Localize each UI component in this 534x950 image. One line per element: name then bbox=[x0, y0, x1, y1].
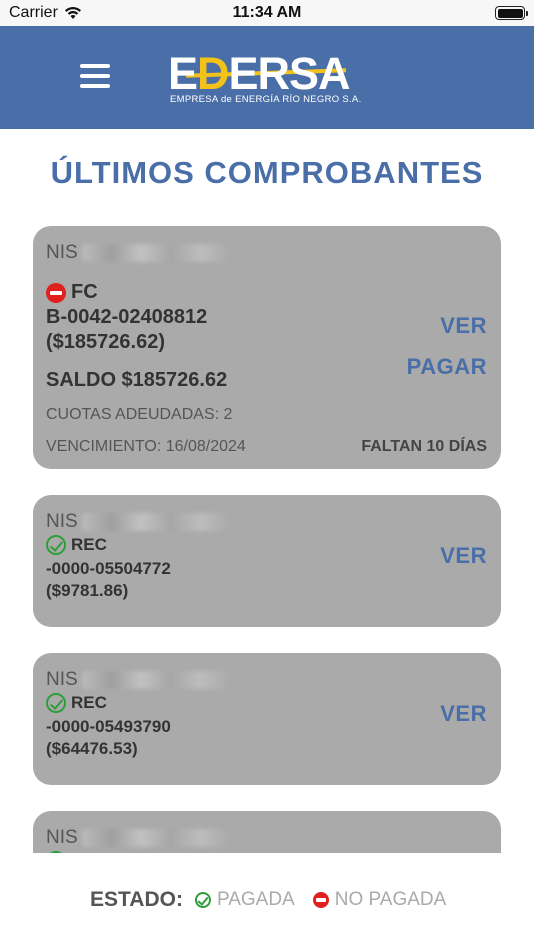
nis-label: NIS bbox=[46, 827, 78, 848]
receipt-number: -0000-05504772 bbox=[46, 559, 171, 578]
receipt-type: FC bbox=[71, 281, 98, 303]
nis-row: NIS bbox=[46, 669, 230, 691]
status-bar: Carrier 11:34 AM bbox=[0, 0, 534, 26]
logo-wordmark: EDERSA bbox=[168, 48, 351, 99]
nis-label: NIS bbox=[46, 669, 78, 690]
nis-value-redacted bbox=[81, 244, 230, 262]
menu-icon bbox=[80, 64, 110, 68]
status-legend: ESTADO: PAGADA NO PAGADA bbox=[90, 888, 464, 912]
receipt-type-row: REC bbox=[46, 693, 107, 713]
paid-icon bbox=[194, 892, 211, 908]
nis-label: NIS bbox=[46, 511, 78, 532]
nis-label: NIS bbox=[46, 242, 78, 263]
receipt-card[interactable]: NIS REC -0000-05493790 ($64476.53) VER bbox=[33, 653, 501, 785]
legend-unpaid: NO PAGADA bbox=[312, 889, 447, 911]
nis-value-redacted bbox=[81, 671, 230, 689]
paid-icon bbox=[46, 535, 66, 555]
pay-button[interactable]: PAGAR bbox=[407, 354, 487, 380]
receipt-amount: ($9781.86) bbox=[46, 581, 129, 600]
nis-row: NIS bbox=[46, 827, 230, 849]
receipt-type-row: REC bbox=[46, 535, 107, 555]
receipt-balance: SALDO $185726.62 bbox=[46, 369, 228, 391]
view-button[interactable]: VER bbox=[440, 313, 487, 339]
receipt-type: REC bbox=[71, 535, 107, 554]
nis-value-redacted bbox=[81, 829, 230, 847]
receipt-card[interactable]: NIS FC B-0042-02408812 ($185726.62) SALD… bbox=[33, 226, 501, 469]
receipt-type: REC bbox=[71, 693, 107, 712]
receipts-list[interactable]: NIS FC B-0042-02408812 ($185726.62) SALD… bbox=[0, 226, 534, 853]
days-remaining: FALTAN 10 DÍAS bbox=[361, 438, 487, 455]
receipt-type-row: FC bbox=[46, 281, 98, 304]
due-date: VENCIMIENTO: 16/08/2024 bbox=[46, 438, 246, 455]
receipt-card[interactable]: NIS bbox=[33, 811, 501, 853]
receipt-amount: ($64476.53) bbox=[46, 739, 138, 758]
nis-row: NIS bbox=[46, 511, 230, 533]
receipt-number: -0000-05493790 bbox=[46, 717, 171, 736]
paid-icon bbox=[46, 693, 66, 713]
legend-title: ESTADO: bbox=[90, 888, 183, 911]
edersa-logo: EDERSA EMPRESA de ENERGÍA RÍO NEGRO S.A. bbox=[168, 51, 368, 107]
page-title: ÚLTIMOS COMPROBANTES bbox=[50, 155, 484, 190]
view-button[interactable]: VER bbox=[440, 543, 487, 569]
receipt-card[interactable]: NIS REC -0000-05504772 ($9781.86) VER bbox=[33, 495, 501, 627]
nis-value-redacted bbox=[81, 513, 230, 531]
hamburger-menu-button[interactable] bbox=[80, 64, 110, 90]
receipt-number: B-0042-02408812 bbox=[46, 306, 208, 328]
not-paid-icon bbox=[312, 892, 329, 908]
nis-row: NIS bbox=[46, 242, 230, 264]
app-header: EDERSA EMPRESA de ENERGÍA RÍO NEGRO S.A. bbox=[0, 26, 534, 129]
logo-subtitle: EMPRESA de ENERGÍA RÍO NEGRO S.A. bbox=[170, 94, 362, 105]
clock: 11:34 AM bbox=[232, 4, 302, 21]
view-button[interactable]: VER bbox=[440, 701, 487, 727]
legend-paid-label: PAGADA bbox=[216, 889, 295, 910]
not-paid-icon bbox=[46, 282, 66, 303]
battery-icon bbox=[495, 6, 528, 20]
legend-unpaid-label: NO PAGADA bbox=[334, 889, 447, 910]
receipt-amount: ($185726.62) bbox=[46, 331, 165, 353]
legend-paid: PAGADA bbox=[194, 889, 295, 911]
installments-due: CUOTAS ADEUDADAS: 2 bbox=[46, 406, 233, 423]
